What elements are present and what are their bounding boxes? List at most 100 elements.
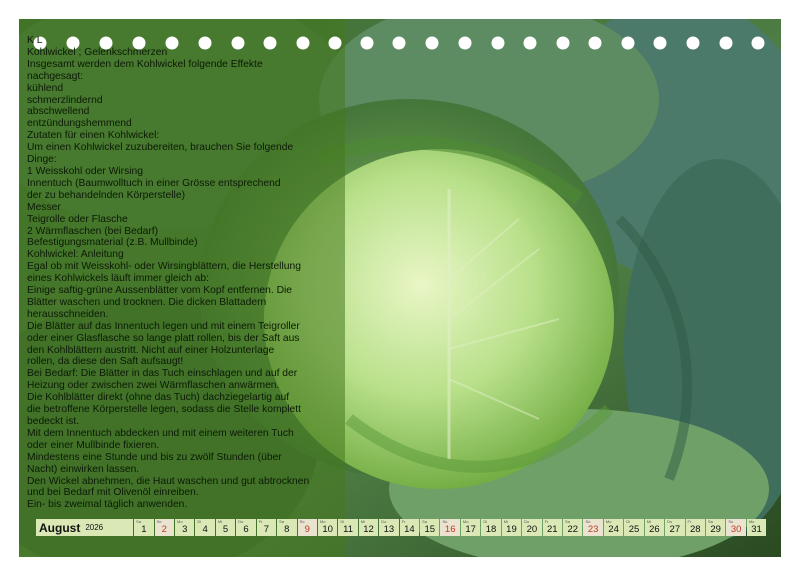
weekday-label: Fr (544, 519, 549, 524)
weekday-label: Mo (319, 519, 326, 524)
weekday-label: So (442, 519, 448, 524)
calendar-day: Mo 17 (460, 519, 481, 536)
weekday-label: Sa (279, 519, 285, 524)
weekday-label: Sa (707, 519, 713, 524)
calendar-day: Sa 1 (134, 519, 154, 536)
text-line: den Kohlblättern austritt. Nicht auf ein… (27, 344, 275, 356)
day-number: 14 (404, 524, 415, 535)
calendar-day: Fr 21 (542, 519, 563, 536)
day-number: 9 (304, 524, 310, 535)
calendar-day: So 23 (583, 519, 603, 536)
text-line: und bei Bedarf mit Olivenöl einreiben. (27, 487, 199, 499)
text-line: Dinge: (27, 154, 57, 166)
text-line: schmerzlindernd (27, 94, 103, 106)
text-line: Bei Bedarf: Die Blätter in das Tuch eins… (27, 368, 298, 380)
day-number: 30 (730, 524, 742, 535)
weekday-label: Di (483, 519, 488, 524)
day-number: 17 (465, 524, 476, 535)
calendar-day: Mi 5 (215, 519, 236, 536)
day-number: 7 (263, 524, 270, 535)
calendar-day: Di 18 (481, 519, 501, 536)
day-number: 26 (649, 524, 660, 535)
text-line: 2 Wärmflaschen (bei Bedarf) (27, 225, 159, 237)
weekday-label: So (585, 519, 591, 524)
day-number: 23 (587, 524, 599, 535)
weekday-label: Do (667, 519, 673, 524)
page-heading: K L (27, 35, 43, 46)
calendar-day: Fr 7 (256, 519, 277, 536)
text-line: Den Wickel abnehmen, die Haut waschen un… (27, 475, 310, 487)
weekday-label: Di (340, 519, 345, 524)
weekday-label: Mo (605, 519, 612, 524)
calendar-day: Sa 15 (420, 519, 440, 536)
day-number: 12 (363, 524, 374, 535)
day-number: 28 (689, 524, 701, 535)
text-line: kühlend (27, 82, 64, 94)
weekday-label: So (299, 519, 305, 524)
weekday-label: Sa (422, 519, 427, 524)
text-line: Die Kohlblätter direkt (ohne das Tuch) d… (27, 392, 290, 404)
weekday-label: Mi (217, 519, 223, 524)
weekday-label: Mo (462, 519, 469, 524)
month-label: August 2026 (36, 519, 134, 536)
calendar-day: So 30 (726, 519, 746, 536)
calendar-day: Do 20 (522, 519, 542, 536)
text-line: nachgesagt: (27, 70, 84, 82)
text-line: rollen, da diese den Saft aufsaugt! (27, 356, 184, 368)
remedy-text-lines: Kohlwickel ; Gelenkschmerzen Insgesamt we… (27, 47, 345, 511)
calendar-day: Fr 28 (685, 519, 705, 536)
calendar-day: Sa 29 (705, 519, 726, 536)
text-line: oder einer Mullbinde fixieren. (27, 439, 160, 451)
calendar-day: Sa 8 (277, 519, 297, 536)
text-line: Kohlwickel ; Gelenkschmerzen (27, 46, 168, 58)
text-line: Die Blätter auf das Innentuch legen und … (27, 320, 300, 332)
text-line: Zutaten für einen Kohlwickel: (27, 130, 160, 142)
text-line: Innentuch (Baumwolltuch in einer Grösse … (27, 177, 281, 189)
weekday-label: Mi (646, 519, 651, 524)
calendar-day: Fr 14 (399, 519, 420, 536)
day-number: 31 (751, 524, 762, 535)
text-line: Insgesamt werden dem Kohlwickel folgende… (27, 58, 263, 70)
day-number: 8 (284, 524, 290, 535)
day-number: 6 (243, 524, 249, 535)
weekday-label: Di (197, 519, 202, 524)
text-line: Mindestens eine Stunde und bis zu zwölf … (27, 451, 282, 463)
calendar-day: Do 6 (236, 519, 256, 536)
text-line: Kohlwickel: Anleitung (27, 249, 124, 261)
day-number: 25 (628, 524, 640, 535)
weekday-label: Do (238, 519, 244, 524)
text-line: Messer (27, 201, 61, 213)
calendar-day: Mo 31 (746, 519, 767, 536)
weekday-label: So (156, 519, 162, 524)
calendar-day: Mo 24 (603, 519, 624, 536)
text-line: abschwellend (27, 106, 90, 118)
day-number: 21 (547, 524, 558, 535)
text-line: Blätter waschen und trocknen. Die dicken… (27, 296, 267, 308)
text-line: herausschneiden. (27, 308, 109, 320)
weekday-label: Sa (565, 519, 570, 524)
day-number: 15 (424, 524, 436, 535)
text-line: eines Kohlwickels läuft immer gleich ab: (27, 273, 209, 285)
text-line: Nacht) einwirken lassen. (27, 463, 140, 475)
day-number: 24 (608, 524, 619, 535)
calendar-day: So 16 (440, 519, 460, 536)
weekday-label: Mi (360, 519, 366, 524)
weekday-label: Fr (401, 519, 406, 524)
calendar-day: Mi 26 (644, 519, 665, 536)
weekday-label: Do (381, 519, 387, 524)
calendar-day: Mi 19 (501, 519, 522, 536)
calendar-day: Di 11 (338, 519, 358, 536)
weekday-label: Mo (748, 519, 755, 524)
remedy-text: K L Kohlwickel ; Gelenkschmerzen Insgesam… (27, 35, 345, 511)
day-number: 3 (182, 524, 188, 535)
day-number: 13 (383, 524, 395, 535)
text-line: Einige saftig-grüne Aussenblätter vom Ko… (27, 285, 293, 297)
weekday-label: Mo (177, 519, 183, 524)
day-number: 1 (141, 524, 147, 535)
text-line: Befestigungsmaterial (z.B. Mullbinde) (27, 237, 198, 249)
text-line: oder einer Glasflasche so lange platt ro… (27, 332, 300, 344)
day-number: 2 (161, 524, 167, 535)
calendar-bar: August 2026 Sa 1 So 2 Mo 3 Di 4 Mi 5 Do 6 Fr 7 Sa 8 So 9 M… (36, 519, 767, 536)
weekday-label: Mi (503, 519, 508, 524)
calendar-day: So 9 (297, 519, 317, 536)
